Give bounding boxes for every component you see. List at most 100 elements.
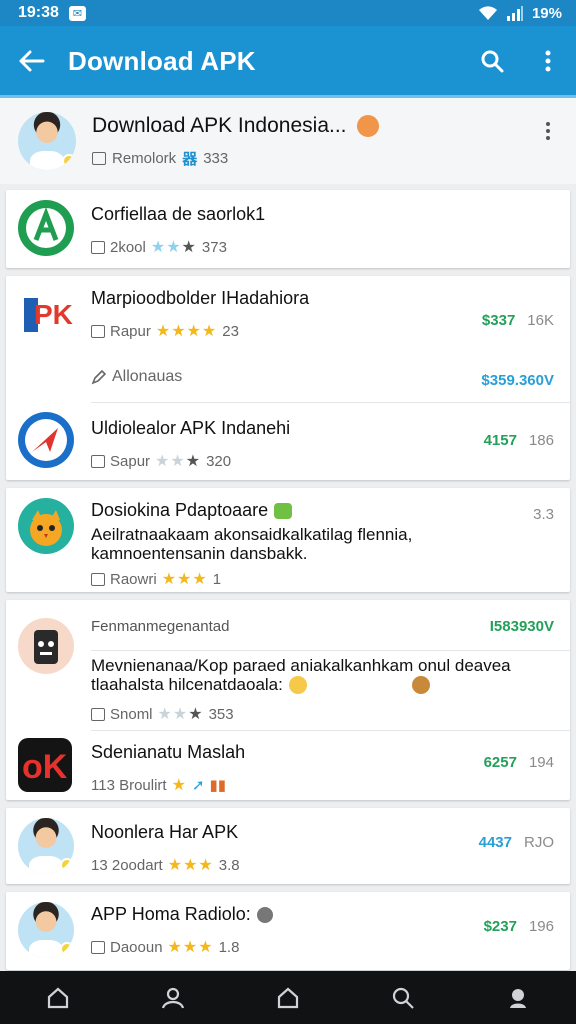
app-icon-green-a — [18, 200, 74, 256]
house-icon — [277, 987, 299, 1008]
back-button[interactable] — [0, 26, 64, 96]
app-name: Noonlera Har APK — [91, 822, 239, 842]
developer-avatar — [18, 112, 76, 170]
app-meta: Daooun — [110, 938, 163, 956]
nav-house[interactable] — [258, 971, 318, 1024]
app-type-icon — [91, 240, 105, 254]
status-bar: 19:38 ✉ 19% — [0, 0, 576, 26]
divider — [91, 730, 570, 731]
app-icon-pk: PK — [18, 288, 76, 338]
app-icon-person — [18, 818, 74, 874]
app-description: Aeilratnaakaam akonsaidkalkatilag flenni… — [91, 525, 413, 563]
badge-icon — [62, 154, 76, 168]
developer-subtitle: Remolork — [112, 149, 177, 167]
svg-text:PK: PK — [34, 299, 73, 330]
app-name: Marpioodbolder IHadahiora — [91, 288, 310, 308]
app-description-line2: tlaahalsta hilcenatdaoala: — [91, 675, 283, 694]
nav-home[interactable] — [28, 971, 88, 1024]
app-meta: 13 2oodart — [91, 856, 163, 874]
rating-stars: ★★★ — [150, 239, 197, 256]
app-count: 373 — [201, 238, 227, 256]
app-icon-person — [18, 902, 74, 958]
bottom-navigation — [0, 971, 576, 1024]
developer-title: Download APK Indonesia... — [92, 113, 347, 137]
emoji-icon — [356, 114, 379, 137]
app-type-icon — [91, 940, 105, 954]
app-icon-small — [92, 151, 106, 165]
app-size: RJO — [524, 834, 554, 851]
app-name: Corfiellaa de saorlok1 — [91, 204, 266, 224]
app-icon-red-arrow — [18, 412, 74, 468]
badge-icon — [60, 942, 74, 956]
app-card[interactable]: PK Marpioodbolder IHadahiora Rapur ★★★★ … — [6, 276, 570, 480]
app-count: 23 — [222, 322, 239, 340]
app-card[interactable]: APP Homa Radiolo: Daooun ★★★ 1.8 $237 19… — [6, 892, 570, 970]
app-type-icon — [91, 707, 105, 721]
overflow-menu-button[interactable] — [520, 26, 576, 96]
nav-profile[interactable] — [143, 971, 203, 1024]
emoji-icon — [274, 502, 293, 519]
rating-stars: ★ — [171, 777, 187, 794]
app-count: 3.8 — [218, 856, 240, 874]
rating-stars: ★★★★ — [155, 323, 218, 340]
page-title: Download APK — [68, 45, 256, 76]
app-meta: Rapur — [110, 322, 151, 340]
app-type-icon — [91, 324, 105, 338]
account-icon — [510, 988, 527, 1008]
wifi-icon — [478, 6, 497, 20]
search-icon — [481, 50, 504, 73]
search-icon — [393, 987, 414, 1009]
app-name: Allonauas — [112, 368, 183, 385]
app-card[interactable]: Noonlera Har APK 13 2oodart ★★★ 3.8 4437… — [6, 808, 570, 884]
app-meta: 113 Broulirt — [91, 776, 167, 794]
app-count: 353 — [208, 705, 234, 723]
app-card[interactable]: Fenmanmegenantad I583930V Mevnienanaa/Ko… — [6, 600, 570, 800]
app-name: Sdenianatu Maslah — [91, 742, 246, 762]
app-size: 194 — [528, 754, 554, 771]
rating-stars: ★★★ — [157, 706, 204, 723]
nav-account[interactable] — [488, 971, 548, 1024]
app-price: 4437 — [478, 834, 512, 851]
nav-search[interactable] — [373, 971, 433, 1024]
app-size: 16K — [527, 312, 554, 329]
tag-icon: ▮▮ — [209, 777, 227, 794]
app-price: $337 — [481, 312, 516, 329]
app-meta: Raowri — [110, 570, 157, 588]
app-card[interactable]: Dosiokina Pdaptoaare Aeilratnaakaam akon… — [6, 488, 570, 592]
badge-icon — [60, 858, 74, 872]
app-name: APP Homa Radiolo: — [91, 904, 251, 924]
divider — [91, 402, 570, 403]
app-icon-ok: oK — [18, 738, 72, 792]
app-bar: Download APK — [0, 26, 576, 96]
app-type-icon — [91, 454, 105, 468]
app-price: I583930V — [489, 618, 554, 635]
arrow-icon: ➚ — [191, 777, 205, 794]
person-icon — [161, 987, 184, 1008]
app-size: 186 — [528, 432, 554, 449]
battery-percent: 19% — [531, 4, 562, 22]
app-count: 1 — [212, 570, 222, 588]
face-emoji-icon — [412, 676, 430, 694]
app-price: $237 — [483, 918, 517, 935]
app-price: 4157 — [483, 432, 517, 449]
developer-header[interactable]: Download APK Indonesia... Remolork 器 333 — [0, 98, 576, 184]
emoji-icon — [256, 906, 273, 923]
app-meta: Sapur — [110, 452, 151, 470]
signal-icon — [506, 6, 523, 21]
app-name: Dosiokina Pdaptoaare — [91, 500, 269, 520]
app-description-line1: Mevnienanaa/Kop paraed aniakalkanhkam on… — [91, 656, 511, 675]
header-more-icon[interactable] — [538, 122, 558, 140]
search-button[interactable] — [464, 26, 520, 96]
app-icon-robot — [18, 618, 74, 674]
rating-stars: ★★★ — [167, 857, 214, 874]
smile-emoji-icon — [288, 675, 307, 694]
developer-count: 333 — [203, 149, 229, 167]
app-size: 196 — [528, 918, 554, 935]
developer-tag: 器 — [182, 150, 198, 168]
app-card[interactable]: Corfiellaa de saorlok1 2kool ★★★ 373 — [6, 190, 570, 268]
app-count: 320 — [206, 452, 232, 470]
app-price: 6257 — [483, 754, 517, 771]
app-side-value: 3.3 — [533, 506, 554, 523]
app-name: Fenmanmegenantad — [91, 618, 230, 635]
home-icon — [47, 987, 68, 1008]
